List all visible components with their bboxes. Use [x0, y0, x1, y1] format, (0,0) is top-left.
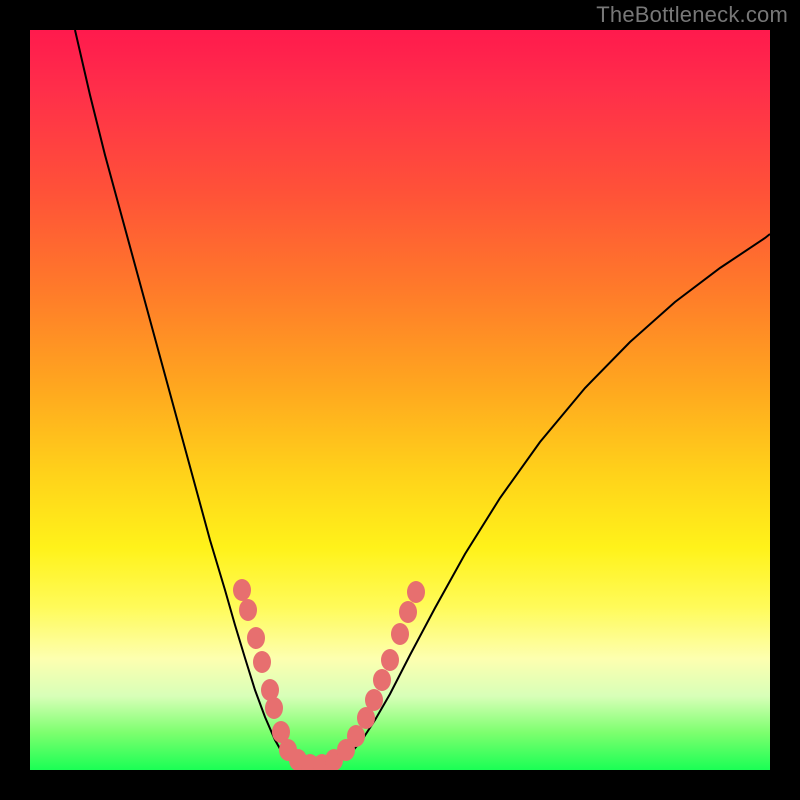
plot-area [30, 30, 770, 770]
marker-dot [233, 579, 251, 601]
marker-dot [247, 627, 265, 649]
outer-frame: TheBottleneck.com [0, 0, 800, 800]
marker-dot [239, 599, 257, 621]
marker-dot [347, 725, 365, 747]
bottleneck-curve [75, 30, 770, 766]
marker-dot [253, 651, 271, 673]
highlight-markers [233, 579, 425, 770]
marker-dot [381, 649, 399, 671]
chart-svg [30, 30, 770, 770]
marker-dot [365, 689, 383, 711]
curve-group [75, 30, 770, 766]
marker-dot [391, 623, 409, 645]
marker-dot [265, 697, 283, 719]
marker-dot [373, 669, 391, 691]
marker-dot [399, 601, 417, 623]
watermark-text: TheBottleneck.com [596, 2, 788, 28]
marker-dot [407, 581, 425, 603]
